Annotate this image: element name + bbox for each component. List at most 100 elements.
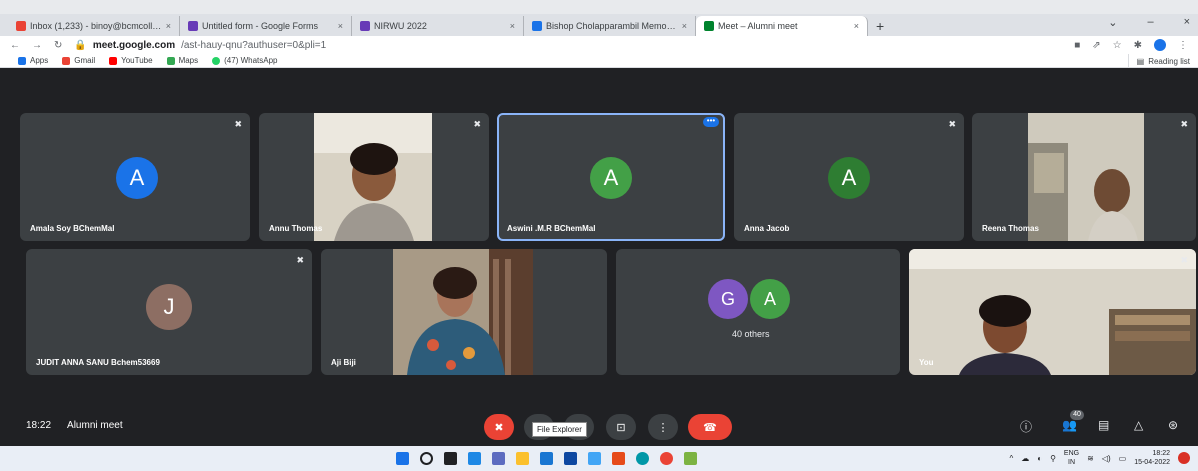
close-window-button[interactable]: × — [1184, 16, 1190, 29]
office-icon[interactable] — [612, 452, 625, 465]
activities-icon[interactable]: △ — [1134, 418, 1143, 432]
battery-icon[interactable]: ▭ — [1119, 454, 1127, 463]
widgets-icon[interactable] — [468, 452, 481, 465]
chevron-up-icon[interactable]: ^ — [1009, 454, 1013, 463]
mic-toggle-button[interactable]: ✖ — [484, 414, 514, 440]
search-icon[interactable] — [420, 452, 433, 465]
star-icon[interactable]: ☆ — [1113, 40, 1122, 51]
others-tile[interactable]: G A 40 others — [616, 249, 900, 375]
task-view-icon[interactable] — [444, 452, 457, 465]
notification-icon[interactable] — [1178, 452, 1190, 464]
bookmark-whatsapp[interactable]: (47) WhatsApp — [212, 56, 277, 65]
reading-list-button[interactable]: ▤ Reading list — [1127, 54, 1190, 68]
language-indicator[interactable]: ENG IN — [1064, 449, 1079, 467]
people-count-badge: 40 — [1070, 410, 1084, 420]
mail-icon[interactable] — [564, 452, 577, 465]
close-tab-icon[interactable]: × — [854, 21, 859, 31]
window-controls: ⌄ – × — [1108, 16, 1190, 29]
bookmark-youtube[interactable]: YouTube — [109, 56, 153, 65]
edge-icon[interactable] — [636, 452, 649, 465]
bookmark-maps[interactable]: Maps — [166, 56, 198, 65]
participant-video — [1028, 113, 1144, 241]
present-icon: ⊡ — [616, 421, 626, 434]
wifi-icon[interactable]: ≋ — [1087, 454, 1094, 463]
participant-tile-self[interactable]: ✖ You — [909, 249, 1196, 375]
forward-icon[interactable]: → — [32, 40, 42, 51]
info-icon[interactable]: ⓘ — [1020, 418, 1032, 435]
forms-icon — [360, 21, 370, 31]
close-tab-icon[interactable]: × — [166, 21, 171, 31]
tooltip: File Explorer — [532, 422, 587, 437]
file-explorer-icon[interactable] — [516, 452, 529, 465]
mic-off-icon: ✖ — [1180, 119, 1188, 129]
bookmarks-bar: Apps Gmail YouTube Maps (47) WhatsApp ▤ R… — [0, 54, 1198, 68]
clock[interactable]: 18:22 15-04-2022 — [1134, 449, 1170, 467]
tab-search-button[interactable]: ⌄ — [1108, 16, 1117, 29]
share-icon[interactable]: ⇗ — [1092, 40, 1100, 51]
browser-tab[interactable]: Inbox (1,233) - binoy@bcmcollege.ac.in× — [8, 16, 180, 36]
participant-name: Amala Soy BChemMal — [30, 224, 115, 233]
forms-icon — [188, 21, 198, 31]
more-options-icon[interactable]: ••• — [703, 117, 719, 127]
close-tab-icon[interactable]: × — [682, 21, 687, 31]
participant-tile[interactable]: Aji Biji — [321, 249, 607, 375]
camera-icon[interactable]: ■ — [1074, 40, 1080, 51]
browser-tab[interactable]: Untitled form - Google Forms × — [180, 16, 352, 36]
chat-icon[interactable]: ▤ — [1098, 418, 1109, 432]
avatar: J — [146, 284, 192, 330]
close-tab-icon[interactable]: × — [510, 21, 515, 31]
profile-avatar[interactable] — [1154, 39, 1166, 51]
people-icon[interactable]: 👥 — [1062, 418, 1077, 432]
meet-stage: ✖ A Amala Soy BChemMal ✖ Annu Thomas •••… — [0, 68, 1198, 446]
lock-icon: 🔒 — [74, 39, 87, 51]
menu-icon[interactable]: ⋮ — [1178, 40, 1188, 51]
participant-tile[interactable]: ✖ A Anna Jacob — [734, 113, 964, 241]
pin-icon[interactable]: ⚲ — [1050, 454, 1056, 463]
bookmark-apps[interactable]: Apps — [18, 56, 48, 65]
avatar: A — [828, 157, 870, 199]
photos-icon[interactable] — [588, 452, 601, 465]
participant-name: Aswini .M.R BChemMal — [507, 224, 596, 233]
browser-tab-active[interactable]: Meet – Alumni meet × — [696, 16, 868, 36]
participant-tile[interactable]: ✖ A Amala Soy BChemMal — [20, 113, 250, 241]
participant-tile-active[interactable]: ••• A Aswini .M.R BChemMal — [497, 113, 725, 241]
participant-tile[interactable]: ✖ Reena Thomas — [972, 113, 1196, 241]
tab-strip: Inbox (1,233) - binoy@bcmcollege.ac.in× … — [0, 14, 1198, 36]
bookmark-gmail[interactable]: Gmail — [62, 56, 95, 65]
meet-icon — [704, 21, 714, 31]
browser-tab[interactable]: Bishop Cholapparambil Memorial × — [524, 16, 696, 36]
start-icon[interactable] — [396, 452, 409, 465]
reading-list-icon: ▤ — [1136, 56, 1145, 66]
back-icon[interactable]: ← — [10, 40, 20, 51]
store-icon[interactable] — [540, 452, 553, 465]
leave-call-button[interactable]: ☎ — [688, 414, 732, 440]
extensions-icon[interactable]: ✱ — [1134, 40, 1142, 51]
volume-icon[interactable]: ◁) — [1102, 454, 1111, 463]
url-path: /ast-hauy-qnu?authuser=0&pli=1 — [181, 39, 327, 51]
participant-name: Annu Thomas — [269, 224, 323, 233]
minimize-button[interactable]: – — [1147, 16, 1153, 29]
whatsapp-icon — [212, 56, 221, 65]
more-options-button[interactable]: ⋮ — [648, 414, 678, 440]
new-tab-button[interactable]: + — [868, 18, 892, 36]
site-icon — [532, 21, 542, 31]
chat-app-icon[interactable] — [492, 452, 505, 465]
participant-video — [314, 113, 432, 241]
participant-video — [393, 249, 533, 375]
cloud-icon[interactable]: ☁ — [1021, 454, 1029, 463]
present-button[interactable]: ⊡ — [606, 414, 636, 440]
close-tab-icon[interactable]: × — [338, 21, 343, 31]
participant-tile[interactable]: ✖ J JUDIT ANNA SANU Bchem53669 — [26, 249, 312, 375]
browser-tab[interactable]: NIRWU 2022 × — [352, 16, 524, 36]
participant-tile[interactable]: ✖ Annu Thomas — [259, 113, 489, 241]
participant-name: You — [919, 358, 934, 367]
self-video — [909, 249, 1196, 375]
paint-icon[interactable] — [684, 452, 697, 465]
color-icon[interactable]: ◐ — [1037, 454, 1042, 463]
chrome-icon[interactable] — [660, 452, 673, 465]
host-controls-icon[interactable]: ⊛ — [1168, 418, 1178, 432]
url-field[interactable]: 🔒 meet.google.com/ast-hauy-qnu?authuser=… — [74, 40, 1062, 51]
participant-name: Reena Thomas — [982, 224, 1039, 233]
avatar: G — [708, 279, 748, 319]
reload-icon[interactable]: ↻ — [54, 40, 62, 51]
